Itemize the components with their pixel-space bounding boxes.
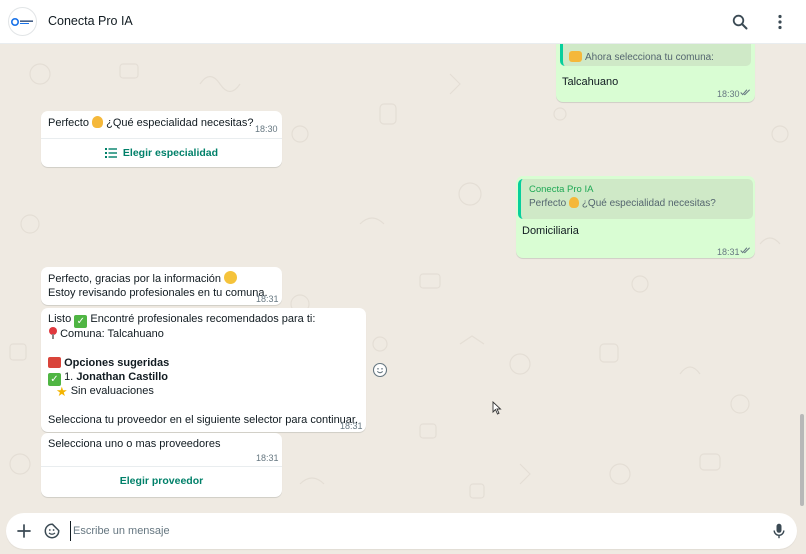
quoted-message[interactable]: Ahora selecciona tu comuna: — [560, 44, 751, 66]
incoming-message-bubble[interactable]: Perfecto ¿Qué especialidad necesitas? 18… — [41, 111, 282, 167]
list-icon — [104, 148, 117, 158]
incoming-message-bubble[interactable]: Listo ✓ Encontré profesionales recomenda… — [41, 308, 366, 432]
line-1-text: Perfecto, gracias por la información — [48, 273, 222, 285]
search-icon[interactable] — [730, 12, 750, 32]
sticker-emoji-icon[interactable] — [42, 521, 62, 541]
double-check-icon — [740, 247, 750, 254]
message-time: 18:30 — [255, 124, 278, 134]
choose-specialty-button[interactable]: Elegir especialidad — [41, 138, 282, 167]
ok-hand-emoji-icon — [569, 197, 580, 208]
pin-emoji-icon — [48, 327, 57, 339]
line-1-prefix: Listo — [48, 313, 72, 325]
comuna-text: Comuna: Talcahuano — [60, 328, 164, 340]
line-1-rest: Encontré profesionales recomendados para… — [90, 313, 316, 325]
text-before: Perfecto — [48, 117, 89, 129]
quote-before: Perfecto — [529, 198, 567, 209]
quoted-message[interactable]: Conecta Pro IA Perfecto ¿Qué especialida… — [518, 179, 753, 219]
footer-text: Selecciona tu proveedor en el siguiente … — [48, 414, 359, 426]
message-text-line-2: Estoy revisando profesionales en tu comu… — [48, 287, 268, 299]
section-title-line: Opciones sugeridas — [48, 356, 169, 371]
message-time: 18:31 — [340, 421, 363, 431]
conecta-logo-icon — [10, 17, 33, 26]
message-text: Perfecto ¿Qué especialidad necesitas? — [48, 116, 253, 131]
message-text: Domiciliaria — [522, 225, 579, 237]
rating-text: Sin evaluaciones — [70, 385, 154, 397]
message-time: 18:31 — [717, 247, 740, 257]
outgoing-message-bubble[interactable]: Conecta Pro IA Perfecto ¿Qué especialida… — [516, 176, 755, 258]
chat-header: Conecta Pro IA — [0, 0, 806, 44]
quote-after: ¿Qué especialidad necesitas? — [581, 198, 716, 209]
react-emoji-icon[interactable] — [372, 362, 388, 378]
item-number: 1. — [64, 371, 74, 383]
choose-provider-button[interactable]: Elegir proveedor — [41, 466, 282, 495]
chat-area[interactable]: Ahora selecciona tu comuna: Talcahuano 1… — [0, 44, 806, 512]
message-text: Talcahuano — [562, 76, 619, 88]
message-time: 18:31 — [256, 294, 279, 304]
composer-bar — [0, 512, 806, 554]
menu-dots-icon[interactable] — [770, 12, 790, 32]
toolbox-emoji-icon — [48, 357, 61, 368]
quote-text: Ahora selecciona tu comuna: — [585, 52, 714, 63]
message-text-line-1: Perfecto, gracias por la información — [48, 271, 238, 287]
comuna-line: Comuna: Talcahuano — [48, 327, 164, 342]
incoming-message-bubble[interactable]: Perfecto, gracias por la información Est… — [41, 267, 282, 305]
quoted-text-line: Ahora selecciona tu comuna: — [569, 51, 714, 66]
button-label: Elegir proveedor — [119, 474, 204, 487]
outgoing-message-bubble[interactable]: Ahora selecciona tu comuna: Talcahuano 1… — [556, 44, 755, 102]
message-time: 18:30 — [717, 89, 740, 99]
composer — [6, 513, 797, 549]
smiling-face-emoji-icon — [224, 271, 238, 284]
chat-scrollbar[interactable] — [800, 414, 804, 506]
incoming-message-bubble[interactable]: Selecciona uno o mas proveedores 18:31 E… — [41, 433, 282, 497]
provider-name: Jonathan Castillo — [76, 371, 168, 383]
pointing-hand-emoji-icon — [569, 51, 582, 62]
contact-name[interactable]: Conecta Pro IA — [48, 14, 133, 28]
rating-line: ★ Sin evaluaciones — [56, 384, 154, 399]
text-after: ¿Qué especialidad necesitas? — [106, 117, 254, 129]
avatar[interactable] — [8, 7, 37, 36]
message-input[interactable] — [70, 521, 750, 541]
quote-author: Conecta Pro IA — [529, 184, 594, 195]
message-line-1: Listo ✓ Encontré profesionales recomenda… — [48, 312, 315, 328]
message-text: Selecciona uno o mas proveedores — [48, 438, 221, 450]
microphone-icon[interactable] — [769, 521, 789, 541]
double-check-icon — [740, 89, 750, 96]
plus-icon[interactable] — [14, 521, 34, 541]
mouse-cursor-icon — [492, 401, 502, 415]
quote-text: Perfecto ¿Qué especialidad necesitas? — [529, 197, 716, 212]
button-label: Elegir especialidad — [122, 146, 219, 159]
message-time: 18:31 — [256, 453, 279, 463]
section-title: Opciones sugeridas — [64, 357, 170, 369]
ok-hand-emoji-icon — [92, 116, 104, 128]
star-emoji-icon: ★ — [56, 384, 68, 399]
